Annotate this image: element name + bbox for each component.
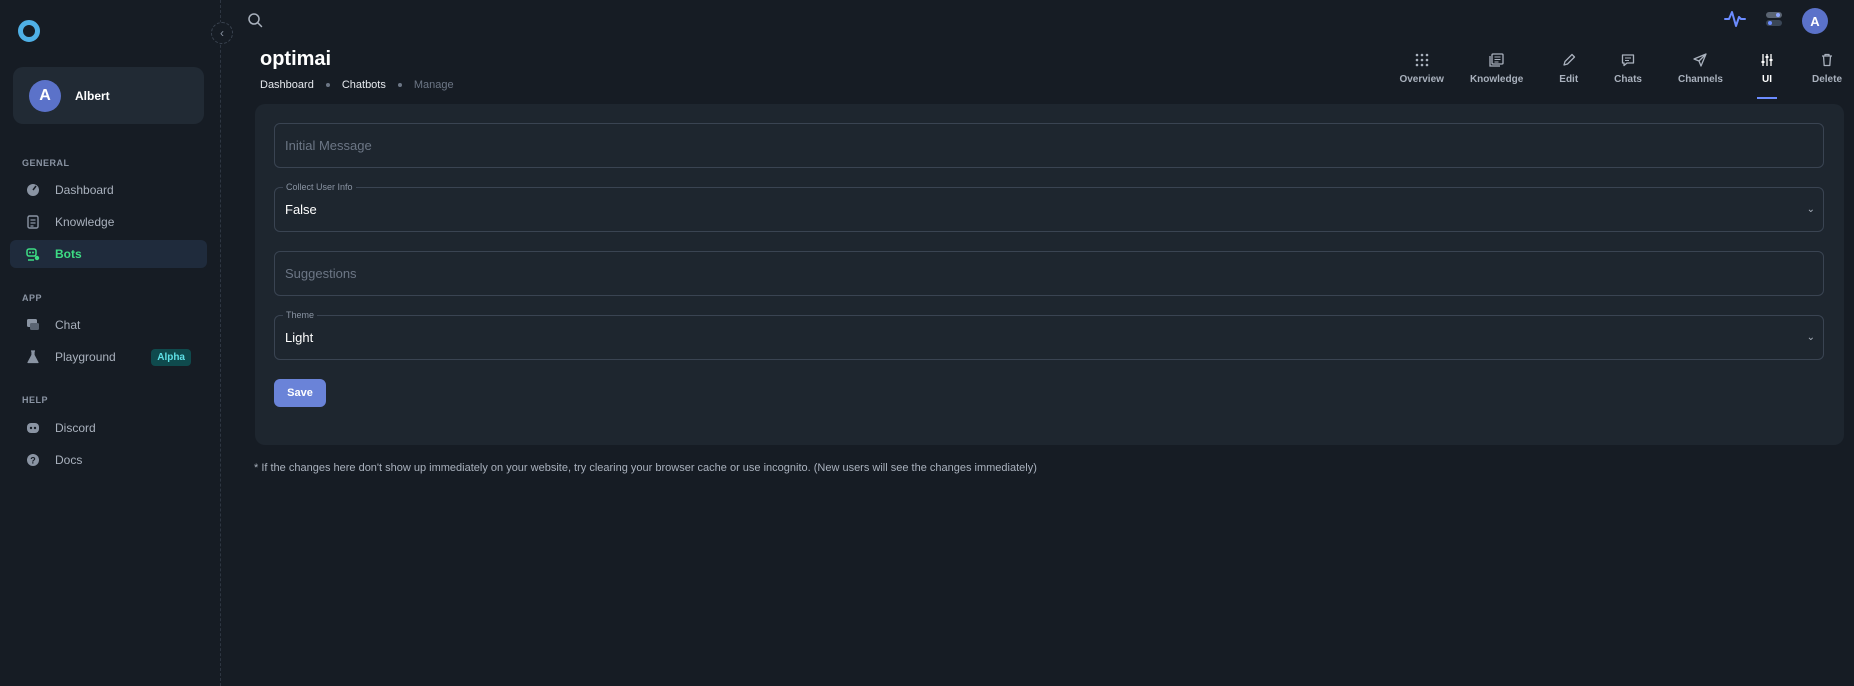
breadcrumb-separator: [325, 83, 330, 87]
tab-overview[interactable]: Overview: [1399, 52, 1444, 100]
logo-icon[interactable]: [18, 20, 40, 42]
page-title: optimai: [260, 48, 332, 70]
sidebar-item-docs[interactable]: ? Docs: [10, 446, 207, 474]
send-icon: [1692, 52, 1708, 68]
dashboard-icon: [25, 182, 41, 198]
collapse-sidebar-button[interactable]: ‹: [211, 22, 233, 44]
tab-label: Channels: [1677, 74, 1723, 85]
cache-footnote: * If the changes here don't show up imme…: [254, 462, 1037, 474]
sidebar-item-bots[interactable]: Bots: [10, 240, 207, 268]
activity-icon[interactable]: [1724, 10, 1746, 33]
flask-icon: [25, 349, 41, 365]
suggestions-input[interactable]: Suggestions: [274, 251, 1824, 296]
settings-toggle-icon[interactable]: [1764, 10, 1784, 33]
tab-bar: Overview Knowledge Edit Chats Channels U…: [1399, 52, 1842, 100]
tab-label: Knowledge: [1469, 74, 1524, 85]
alpha-badge: Alpha: [151, 349, 191, 366]
collect-user-info-label: Collect User Info: [283, 182, 356, 192]
tab-channels[interactable]: Channels: [1678, 52, 1723, 100]
user-avatar: A: [29, 79, 61, 112]
tab-label: UI: [1761, 74, 1772, 85]
user-card[interactable]: A Albert: [13, 67, 204, 124]
search-icon[interactable]: [247, 12, 263, 28]
sidebar-item-knowledge[interactable]: Knowledge: [10, 208, 207, 236]
message-icon: [1620, 52, 1636, 68]
trash-icon: [1819, 52, 1835, 68]
book-icon: [1489, 52, 1505, 68]
theme-select[interactable]: Theme Light ⌄: [274, 310, 1824, 360]
tab-chats[interactable]: Chats: [1614, 52, 1642, 100]
initial-message-input[interactable]: Initial Message: [274, 123, 1824, 168]
ui-settings-card: Initial Message Collect User Info False …: [255, 104, 1844, 445]
grid-icon: [1414, 52, 1430, 68]
tab-label: Edit: [1559, 74, 1579, 85]
tab-label: Overview: [1399, 74, 1444, 85]
tab-edit[interactable]: Edit: [1559, 52, 1578, 100]
sidebar-item-label: Bots: [55, 247, 82, 261]
chat-icon: [25, 317, 41, 333]
collect-user-info-select[interactable]: Collect User Info False ⌄: [274, 182, 1824, 232]
sidebar-item-label: Discord: [55, 421, 96, 435]
sidebar-item-discord[interactable]: Discord: [10, 414, 207, 442]
tab-label: Chats: [1614, 74, 1642, 85]
sliders-icon: [1759, 52, 1775, 68]
discord-icon: [25, 420, 41, 436]
breadcrumb-separator: [397, 83, 402, 87]
breadcrumb: Dashboard Chatbots Manage: [260, 79, 454, 91]
help-icon: ?: [25, 452, 41, 468]
save-button[interactable]: Save: [274, 379, 326, 407]
sidebar-item-label: Playground: [55, 350, 116, 364]
tab-ui[interactable]: UI: [1756, 52, 1777, 100]
suggestions-placeholder: Suggestions: [285, 266, 357, 281]
user-name: Albert: [75, 88, 110, 103]
sidebar-item-dashboard[interactable]: Dashboard: [10, 176, 207, 204]
sidebar-item-label: Chat: [55, 318, 81, 332]
nav-section-general: GENERAL: [22, 158, 70, 168]
account-avatar[interactable]: A: [1802, 8, 1828, 34]
nav-section-app: APP: [22, 293, 43, 303]
breadcrumb-chatbots[interactable]: Chatbots: [342, 79, 386, 91]
breadcrumb-manage: Manage: [413, 79, 454, 91]
breadcrumb-dashboard[interactable]: Dashboard: [260, 79, 314, 91]
sidebar-item-label: Knowledge: [55, 215, 115, 229]
sidebar-item-chat[interactable]: Chat: [10, 311, 207, 339]
tab-label: Delete: [1811, 74, 1842, 85]
sidebar-item-label: Docs: [55, 453, 83, 467]
nav-section-help: HELP: [22, 395, 49, 405]
initial-message-placeholder: Initial Message: [285, 138, 372, 153]
chevron-down-icon: ⌄: [1806, 204, 1815, 215]
bot-icon: [25, 246, 41, 262]
theme-value: Light: [285, 330, 314, 345]
chevron-left-icon: ‹: [220, 26, 224, 40]
topbar-actions: A: [1724, 8, 1828, 34]
document-icon: [25, 214, 41, 230]
sidebar-item-label: Dashboard: [55, 183, 114, 197]
sidebar-item-playground[interactable]: Playground Alpha: [10, 343, 207, 371]
sidebar: A Albert GENERAL Dashboard Knowledge Bot…: [0, 0, 221, 686]
tab-delete[interactable]: Delete: [1812, 52, 1842, 100]
collect-user-info-value: False: [285, 202, 317, 217]
theme-label: Theme: [283, 310, 318, 320]
chevron-down-icon: ⌄: [1806, 332, 1815, 343]
svg-text:?: ?: [30, 456, 36, 466]
pencil-icon: [1561, 52, 1577, 68]
tab-knowledge[interactable]: Knowledge: [1470, 52, 1523, 100]
